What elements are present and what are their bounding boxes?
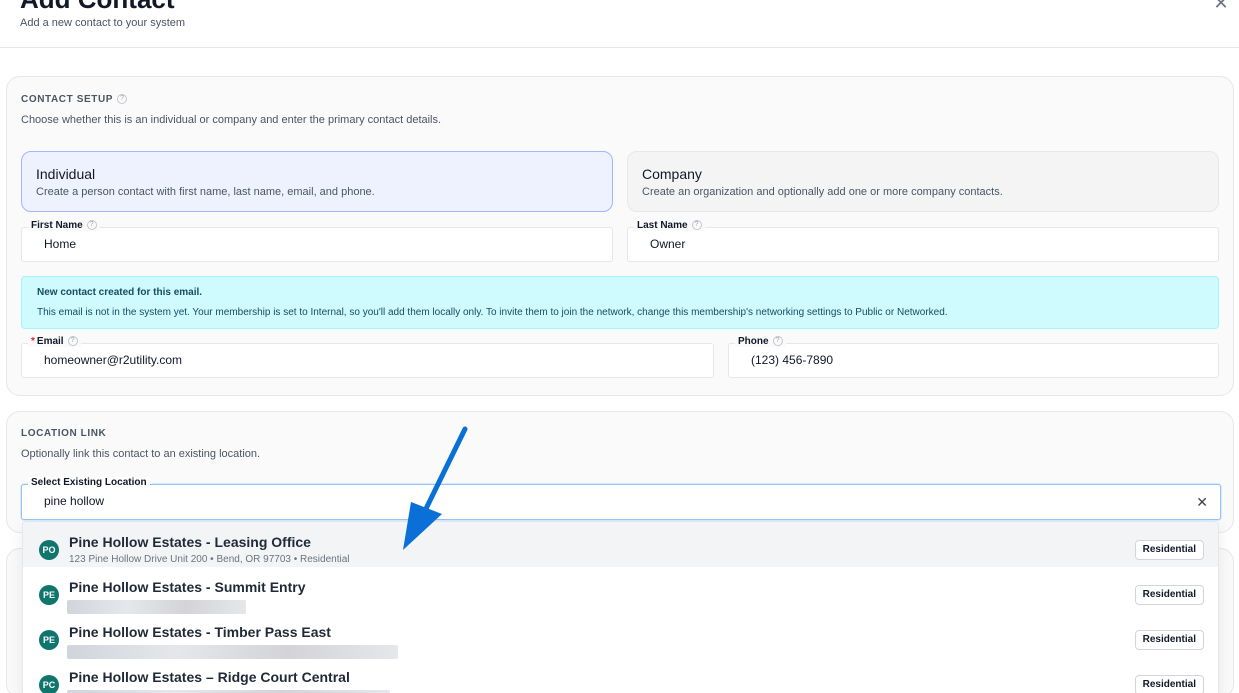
phone-label: Phone? (735, 336, 786, 347)
type-option-company[interactable]: Company Create an organization and optio… (627, 151, 1219, 212)
contact-setup-description: Choose whether this is an individual or … (21, 114, 442, 126)
status-badge: Residential (1134, 675, 1204, 693)
page-title: Add Contact (20, 0, 175, 15)
first-name-label: First Name? (28, 220, 100, 231)
avatar: PO (39, 540, 59, 560)
last-name-value[interactable]: Owner (650, 237, 1122, 251)
location-link-description: Optionally link this contact to an exist… (21, 448, 261, 460)
help-icon[interactable]: ? (86, 220, 97, 231)
contact-setup-card: CONTACT SETUP? Choose whether this is an… (6, 76, 1234, 396)
location-option[interactable]: PC Pine Hollow Estates – Ridge Court Cen… (23, 657, 1218, 693)
first-name-value[interactable]: Home (44, 237, 516, 251)
location-option-name: Pine Hollow Estates - Leasing Office (69, 534, 311, 550)
last-name-field[interactable]: Last Name? Owner (627, 220, 1219, 262)
last-name-label: Last Name? (634, 220, 705, 231)
new-contact-notice: New contact created for this email. This… (21, 276, 1219, 329)
help-icon[interactable]: ? (691, 220, 702, 231)
type-option-title: Individual (36, 166, 96, 182)
email-value[interactable]: homeowner@r2utility.com (44, 353, 597, 367)
phone-value[interactable]: (123) 456-7890 (751, 353, 1142, 367)
dialog-header: Add Contact Add a new contact to your sy… (0, 0, 1239, 48)
notice-title: New contact created for this email. (37, 287, 203, 298)
location-option[interactable]: PE Pine Hollow Estates - Timber Pass Eas… (23, 612, 1218, 659)
location-results-dropdown: PO Pine Hollow Estates - Leasing Office … (22, 521, 1219, 693)
first-name-field[interactable]: First Name? Home (21, 220, 613, 262)
type-option-title: Company (642, 166, 702, 182)
contact-setup-title: CONTACT SETUP? (21, 94, 128, 105)
page-subtitle: Add a new contact to your system (20, 17, 186, 29)
email-field[interactable]: * Email? homeowner@r2utility.com (21, 336, 714, 378)
clear-icon[interactable]: ✕ (1196, 494, 1208, 511)
status-badge: Residential (1134, 585, 1204, 605)
location-search-input[interactable]: pine hollow (44, 494, 1002, 508)
location-option-name: Pine Hollow Estates - Timber Pass East (69, 624, 331, 640)
phone-field[interactable]: Phone? (123) 456-7890 (728, 336, 1219, 378)
location-link-card: LOCATION LINK Optionally link this conta… (6, 411, 1234, 533)
avatar: PE (39, 585, 59, 605)
location-option-address: 123 Pine Hollow Drive Unit 200 • Bend, O… (69, 554, 350, 565)
location-option-name: Pine Hollow Estates - Summit Entry (69, 579, 306, 595)
email-label: * Email? (28, 336, 81, 347)
status-badge: Residential (1134, 540, 1204, 560)
location-option[interactable]: PE Pine Hollow Estates - Summit Entry Re… (23, 567, 1218, 614)
close-icon[interactable]: ✕ (1212, 0, 1230, 12)
type-option-description: Create an organization and optionally ad… (642, 186, 1003, 198)
avatar: PC (39, 675, 59, 693)
help-icon[interactable]: ? (117, 94, 128, 105)
type-option-individual[interactable]: Individual Create a person contact with … (21, 151, 613, 212)
location-link-title: LOCATION LINK (21, 428, 107, 439)
location-search-field[interactable]: Select Existing Location pine hollow ✕ (21, 477, 1221, 520)
help-icon[interactable]: ? (772, 336, 783, 347)
notice-body: This email is not in the system yet. You… (37, 307, 948, 318)
location-option-name: Pine Hollow Estates – Ridge Court Centra… (69, 669, 350, 685)
required-mark: * (31, 336, 35, 347)
status-badge: Residential (1134, 630, 1204, 650)
help-icon[interactable]: ? (67, 336, 78, 347)
location-option[interactable]: PO Pine Hollow Estates - Leasing Office … (23, 522, 1218, 567)
avatar: PE (39, 630, 59, 650)
location-search-label: Select Existing Location (28, 477, 150, 488)
type-option-description: Create a person contact with first name,… (36, 186, 375, 198)
